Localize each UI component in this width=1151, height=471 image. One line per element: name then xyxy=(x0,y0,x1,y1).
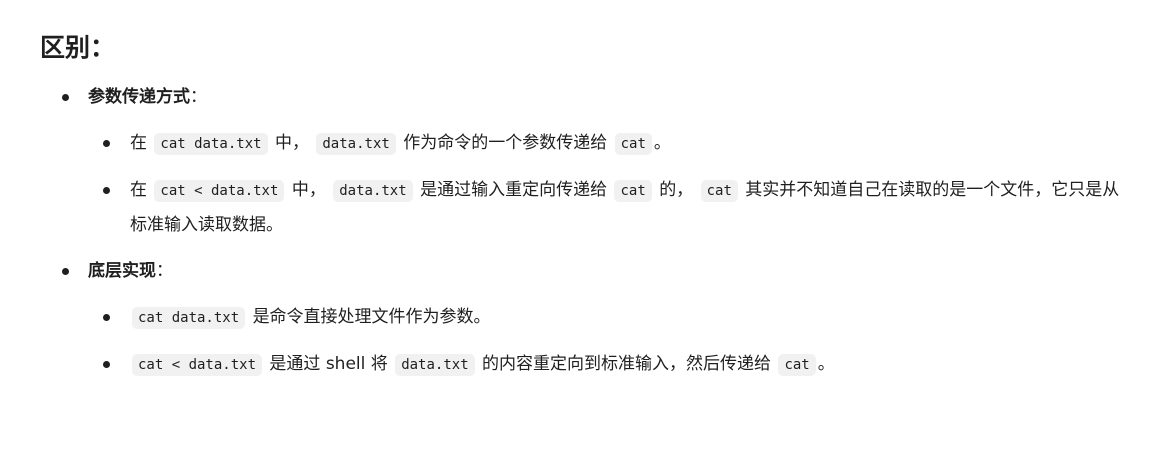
sub-list-item: 在 cat < data.txt 中， data.txt 是通过输入重定向传递给… xyxy=(88,173,1131,242)
sub-list-item: cat data.txt 是命令直接处理文件作为参数。 xyxy=(88,300,1131,335)
item-heading-line: 底层实现： xyxy=(88,254,1131,288)
text-fragment: 作为命令的一个参数传递给 xyxy=(403,133,608,153)
inline-code: data.txt xyxy=(395,354,475,376)
inline-code: cat data.txt xyxy=(154,133,268,155)
sub-list-item: cat < data.txt 是通过 shell 将 data.txt 的内容重… xyxy=(88,347,1131,382)
inline-code: cat data.txt xyxy=(132,307,246,329)
item-heading: 参数传递方式 xyxy=(88,87,190,107)
section-title: 区别： xyxy=(40,33,116,62)
document-page: 区别： 参数传递方式： 在 cat data.txt 中， data.txt 作… xyxy=(0,0,1151,471)
bullet-icon xyxy=(103,361,110,368)
inline-code: cat xyxy=(614,180,652,202)
inline-code: data.txt xyxy=(316,133,396,155)
bullet-icon xyxy=(103,187,110,194)
list-item-underlying-implementation: 底层实现： cat data.txt 是命令直接处理文件作为参数。 cat < … xyxy=(40,254,1131,382)
text-fragment: 是通过 shell 将 xyxy=(269,354,388,374)
inline-code: data.txt xyxy=(333,180,413,202)
heading-colon: ： xyxy=(156,261,173,281)
bullet-icon xyxy=(103,314,110,321)
text-fragment: 中， xyxy=(291,180,326,200)
heading-colon: ： xyxy=(190,87,207,107)
text-fragment: 在 xyxy=(130,133,147,153)
bullet-icon xyxy=(62,94,69,101)
item-heading-line: 参数传递方式： xyxy=(88,80,1131,114)
text-fragment: 的内容重定向到标准输入，然后传递给 xyxy=(482,354,772,374)
text-fragment: 中， xyxy=(274,133,309,153)
text-fragment: 在 xyxy=(130,180,147,200)
difference-list: 参数传递方式： 在 cat data.txt 中， data.txt 作为命令的… xyxy=(40,80,1131,382)
item-heading: 底层实现 xyxy=(88,261,156,281)
text-fragment: 的， xyxy=(659,180,694,200)
list-item-parameter-passing: 参数传递方式： 在 cat data.txt 中， data.txt 作为命令的… xyxy=(40,80,1131,242)
bullet-icon xyxy=(62,268,69,275)
inline-code: cat xyxy=(614,133,652,155)
sub-list-item: 在 cat data.txt 中， data.txt 作为命令的一个参数传递给 … xyxy=(88,126,1131,161)
inline-code: cat xyxy=(700,180,738,202)
text-fragment: 。 xyxy=(817,354,835,374)
text-fragment: 是命令直接处理文件作为参数。 xyxy=(252,307,491,327)
text-fragment: 是通过输入重定向传递给 xyxy=(420,180,608,200)
text-fragment: 。 xyxy=(653,133,671,153)
inline-code: cat < data.txt xyxy=(154,180,285,202)
inline-code: cat xyxy=(778,354,816,376)
sub-list: 在 cat data.txt 中， data.txt 作为命令的一个参数传递给 … xyxy=(88,126,1131,242)
inline-code: cat < data.txt xyxy=(132,354,263,376)
sub-list: cat data.txt 是命令直接处理文件作为参数。 cat < data.t… xyxy=(88,300,1131,382)
bullet-icon xyxy=(103,140,110,147)
